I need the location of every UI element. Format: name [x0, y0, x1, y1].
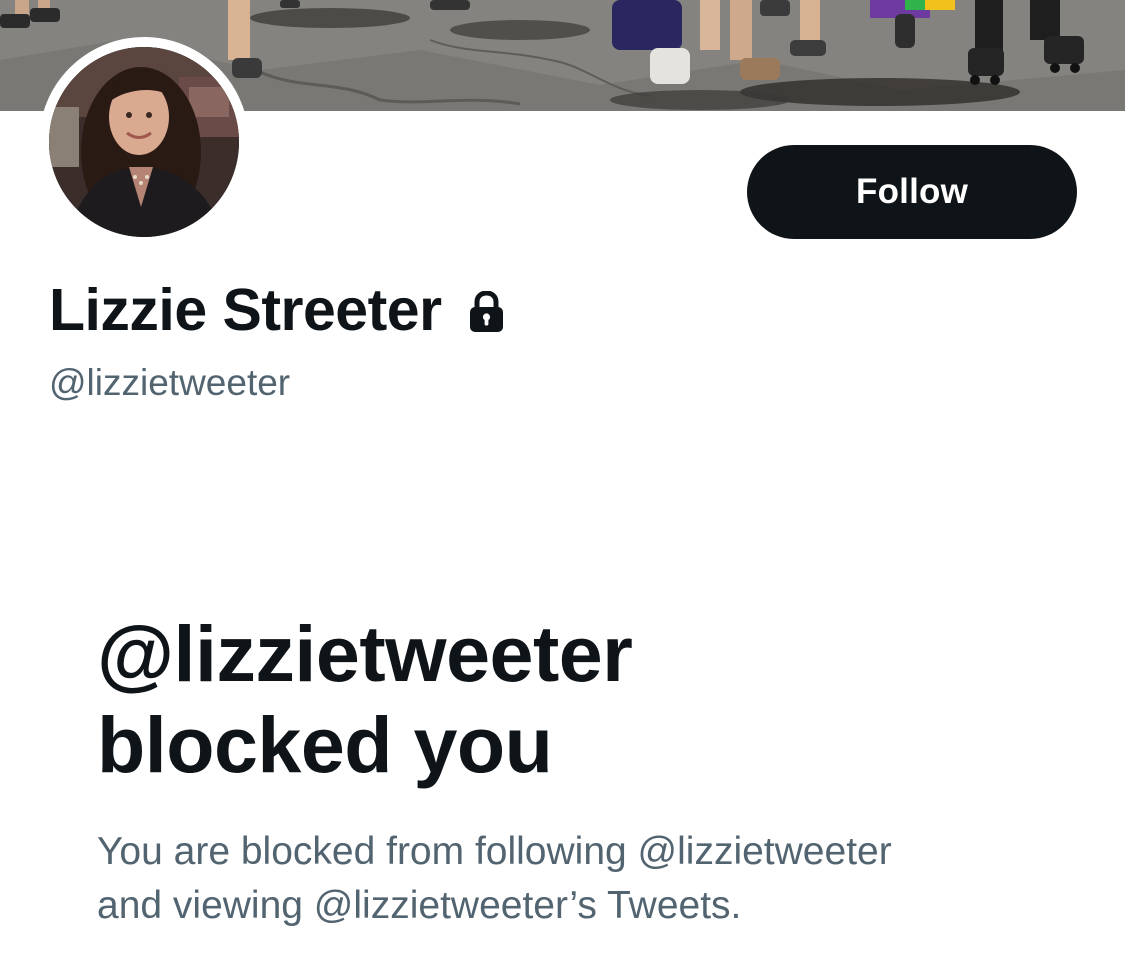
blocked-description-line-1: You are blocked from following @lizzietw…	[97, 830, 892, 873]
profile-handle: @lizzietweeter	[49, 362, 291, 403]
follow-button[interactable]: Follow	[747, 145, 1077, 239]
follow-button-label: Follow	[855, 172, 968, 211]
blocked-title-line-2: blocked you	[97, 700, 553, 789]
profile-page: Follow Lizzie Streeter @lizzietweeter @l…	[0, 0, 1125, 968]
blocked-title-line-1: @lizzietweeter	[97, 609, 633, 698]
profile-name-row: Lizzie Streeter	[49, 274, 505, 346]
avatar-photo	[49, 47, 239, 237]
blocked-description-line-2: and viewing @lizzietweeter’s Tweets.	[97, 884, 742, 927]
lock-icon	[468, 290, 505, 333]
blocked-title: @lizzietweeter blocked you	[97, 608, 997, 790]
blocked-description: You are blocked from following @lizzietw…	[97, 825, 1097, 933]
display-name: Lizzie Streeter	[49, 277, 442, 343]
avatar[interactable]	[39, 37, 249, 247]
